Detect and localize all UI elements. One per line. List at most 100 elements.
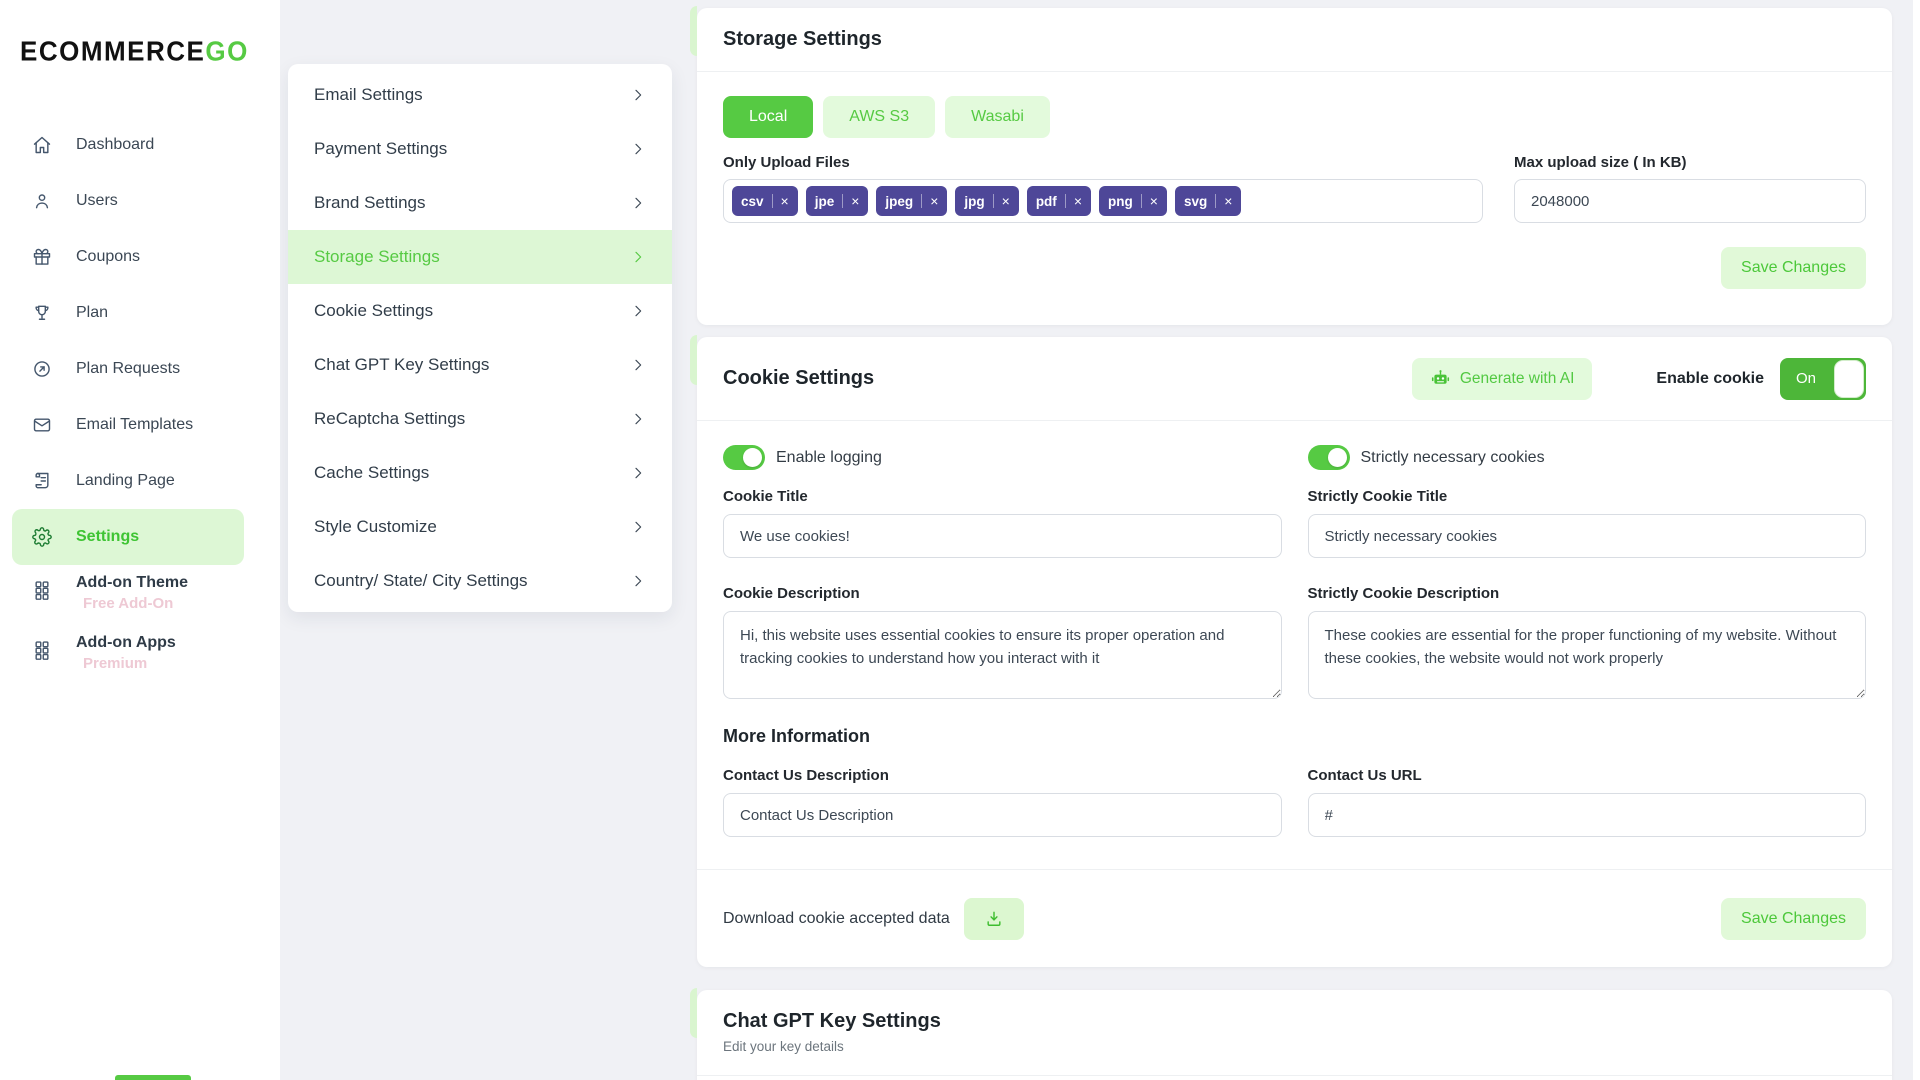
cookie-settings-card: Cookie Settings Generate with AI Enable … xyxy=(690,335,1892,967)
submenu-item-chatgpt-key-settings[interactable]: Chat GPT Key Settings xyxy=(288,338,672,392)
sidebar-item-landing-page[interactable]: Landing Page xyxy=(12,453,244,509)
enable-logging-label: Enable logging xyxy=(776,448,882,466)
tab-local[interactable]: Local xyxy=(723,96,814,138)
submenu-item-label: Payment Settings xyxy=(314,139,448,158)
strict-cookie-title-input[interactable] xyxy=(1307,514,1866,558)
storage-save-button[interactable]: Save Changes xyxy=(1721,247,1866,289)
submenu-item-label: Cache Settings xyxy=(314,463,430,482)
storage-card-header: Storage Settings xyxy=(697,8,1892,72)
upload-files-tag-input[interactable]: csv × jpe × jpeg × jpg × pdf × png × svg × xyxy=(723,179,1483,223)
sidebar-nav: Dashboard Users Coupons Plan Plan Reques… xyxy=(12,117,244,685)
remove-tag-icon[interactable]: × xyxy=(930,194,938,208)
contact-us-url-input[interactable] xyxy=(1307,793,1866,837)
strict-cookie-title-label: Strictly Cookie Title xyxy=(1307,488,1448,505)
submenu-item-payment-settings[interactable]: Payment Settings xyxy=(288,122,672,176)
submenu-item-brand-settings[interactable]: Brand Settings xyxy=(288,176,672,230)
remove-tag-icon[interactable]: × xyxy=(781,194,789,208)
submenu-item-label: Cookie Settings xyxy=(314,301,434,320)
brand-name-accent: GO xyxy=(205,35,249,67)
cookie-card-title: Cookie Settings xyxy=(723,367,875,389)
strictly-necessary-label: Strictly necessary cookies xyxy=(1360,448,1545,466)
submenu-item-style-customize[interactable]: Style Customize xyxy=(288,500,672,554)
remove-tag-icon[interactable]: × xyxy=(1150,194,1158,208)
remove-tag-icon[interactable]: × xyxy=(1224,194,1232,208)
submenu-item-cache-settings[interactable]: Cache Settings xyxy=(288,446,672,500)
tag-divider xyxy=(771,194,773,208)
mail-icon xyxy=(32,415,52,435)
arrow-up-right-circle-icon xyxy=(32,359,52,379)
submenu-item-label: Style Customize xyxy=(314,517,437,536)
sidebar-item-label: Settings xyxy=(76,528,140,545)
home-icon xyxy=(32,135,52,155)
sidebar-item-addon-theme[interactable]: Add-on Theme Free Add-On xyxy=(12,565,244,625)
trophy-icon xyxy=(32,303,52,323)
tab-aws-s3[interactable]: AWS S3 xyxy=(823,96,936,138)
sidebar-item-users[interactable]: Users xyxy=(12,173,244,229)
sidebar-item-settings[interactable]: Settings xyxy=(12,509,244,565)
cookie-description-label: Cookie Description xyxy=(723,585,860,602)
chevron-right-icon xyxy=(630,519,646,535)
chevron-right-icon xyxy=(630,411,646,427)
sidebar-item-label: Plan xyxy=(76,304,109,321)
toggle-knob xyxy=(1327,448,1347,467)
generate-with-ai-button[interactable]: Generate with AI xyxy=(1411,357,1593,400)
tag-divider xyxy=(1064,194,1066,208)
download-icon xyxy=(987,911,1001,926)
settings-submenu: Email Settings Payment Settings Brand Se… xyxy=(288,64,672,612)
addon-badge: Premium xyxy=(83,655,148,672)
strict-cookie-description-textarea[interactable]: These cookies are essential for the prop… xyxy=(1307,611,1866,699)
brand-logo[interactable]: ECOΜΜERCEGO xyxy=(20,35,249,68)
file-tag-label: jpe xyxy=(814,193,835,209)
remove-tag-icon[interactable]: × xyxy=(1002,194,1010,208)
vertical-scrollbar[interactable] xyxy=(1913,0,1920,1080)
submenu-item-label: Email Settings xyxy=(314,85,423,104)
contact-us-description-label: Contact Us Description xyxy=(723,767,889,784)
sidebar-item-plan-requests[interactable]: Plan Requests xyxy=(12,341,244,397)
chevron-right-icon xyxy=(630,195,646,211)
max-upload-size-input[interactable] xyxy=(1514,179,1866,223)
submenu-item-storage-settings[interactable]: Storage Settings xyxy=(288,230,672,284)
sidebar-item-label: Email Templates xyxy=(76,416,194,433)
contact-us-url-label: Contact Us URL xyxy=(1307,767,1422,784)
enable-cookie-toggle[interactable]: On xyxy=(1780,357,1866,400)
sidebar: ECOΜΜERCEGO Dashboard Users Coupons Plan… xyxy=(0,0,280,1080)
file-tag-label: jpeg xyxy=(885,193,914,209)
submenu-item-cookie-settings[interactable]: Cookie Settings xyxy=(288,284,672,338)
storage-tabs: Local AWS S3 Wasabi xyxy=(723,96,1866,138)
submenu-item-recaptcha-settings[interactable]: ReCaptcha Settings xyxy=(288,392,672,446)
cookie-card-header: Cookie Settings Generate with AI Enable … xyxy=(697,337,1892,421)
chatgpt-card-subtitle: Edit your key details xyxy=(723,1039,844,1054)
enable-cookie-label: Enable cookie xyxy=(1656,369,1764,387)
submenu-item-label: Chat GPT Key Settings xyxy=(314,355,490,374)
chatgpt-key-settings-card: Chat GPT Key Settings Edit your key deta… xyxy=(690,988,1892,1080)
max-upload-size-label: Max upload size ( In KB) xyxy=(1514,154,1687,171)
remove-tag-icon[interactable]: × xyxy=(1074,194,1082,208)
chevron-right-icon xyxy=(630,141,646,157)
chevron-right-icon xyxy=(630,357,646,373)
chevron-right-icon xyxy=(630,87,646,103)
cookie-title-input[interactable] xyxy=(723,514,1282,558)
submenu-item-email-settings[interactable]: Email Settings xyxy=(288,68,672,122)
file-tag: jpg × xyxy=(955,186,1019,216)
sidebar-item-addon-apps[interactable]: Add-on Apps Premium xyxy=(12,625,244,685)
tag-divider xyxy=(842,194,844,208)
sidebar-item-dashboard[interactable]: Dashboard xyxy=(12,117,244,173)
download-cookie-data-button[interactable] xyxy=(963,897,1024,940)
sidebar-item-coupons[interactable]: Coupons xyxy=(12,229,244,285)
toggle-knob xyxy=(743,448,762,467)
file-tag: csv × xyxy=(732,186,798,216)
cookie-description-textarea[interactable]: Hi, this website uses essential cookies … xyxy=(723,611,1282,699)
submenu-item-country-state-city[interactable]: Country/ State/ City Settings xyxy=(288,554,672,608)
contact-us-description-input[interactable] xyxy=(723,793,1282,837)
sidebar-item-label: Dashboard xyxy=(76,136,155,153)
user-icon xyxy=(32,191,52,211)
sidebar-item-email-templates[interactable]: Email Templates xyxy=(12,397,244,453)
strictly-necessary-toggle[interactable] xyxy=(1307,445,1350,470)
toggle-state-text: On xyxy=(1795,370,1816,387)
tab-wasabi[interactable]: Wasabi xyxy=(945,96,1050,138)
remove-tag-icon[interactable]: × xyxy=(851,194,859,208)
cookie-save-button[interactable]: Save Changes xyxy=(1721,897,1866,940)
sidebar-item-plan[interactable]: Plan xyxy=(12,285,244,341)
tag-divider xyxy=(1140,194,1142,208)
enable-logging-toggle[interactable] xyxy=(723,445,765,470)
